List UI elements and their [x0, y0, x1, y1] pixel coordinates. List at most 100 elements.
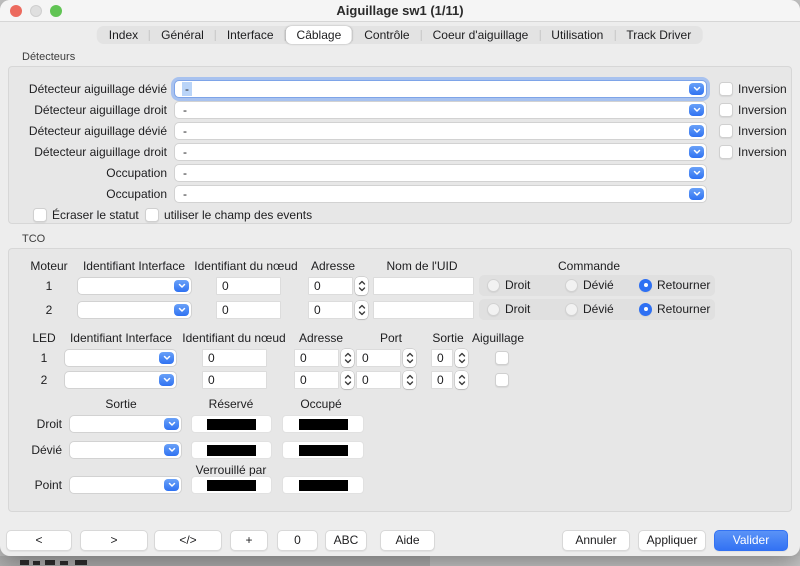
previous-button[interactable]: <: [6, 530, 72, 551]
occupe-column-header: Occupé: [300, 397, 341, 411]
tab-coeur-aiguillage[interactable]: Coeur d'aiguillage: [422, 26, 540, 44]
reserve-column-header: Réservé: [209, 397, 254, 411]
led-1-adresse-field[interactable]: 0: [294, 349, 339, 367]
sortie-header: Sortie: [432, 331, 463, 345]
devie-sortie-select[interactable]: [69, 441, 182, 459]
champ-events-checkbox[interactable]: [145, 208, 159, 222]
radio-droit[interactable]: Droit: [487, 278, 530, 292]
led-2-port-field[interactable]: 0: [356, 371, 401, 389]
interface-header: Identifiant Interface: [70, 331, 172, 345]
occupation-2-select[interactable]: -: [174, 185, 707, 203]
detector-devie-1-select[interactable]: -: [174, 80, 707, 98]
background-window-fragment: [33, 561, 40, 565]
moteur-2-adresse-stepper[interactable]: [355, 301, 368, 319]
detector-droit-1-select[interactable]: -: [174, 101, 707, 119]
led-1-sortie-field[interactable]: 0: [431, 349, 453, 367]
inversion-label: Inversion: [738, 143, 787, 161]
traffic-lights: [10, 5, 62, 17]
led-row: 2 0 0 0 0: [9, 371, 791, 389]
led-1-noeud-field[interactable]: 0: [202, 349, 267, 367]
inversion-checkbox[interactable]: [719, 145, 733, 159]
moteur-1-commande-group: Droit Dévié Retourner: [479, 275, 715, 296]
led-2-noeud-field[interactable]: 0: [202, 371, 267, 389]
led-1-port-field[interactable]: 0: [356, 349, 401, 367]
tab-interface[interactable]: Interface: [216, 26, 285, 44]
led-1-port-stepper[interactable]: [403, 349, 416, 367]
ecraser-statut-checkbox[interactable]: [33, 208, 47, 222]
occupation-1-select[interactable]: -: [174, 164, 707, 182]
valider-button[interactable]: Valider: [714, 530, 788, 551]
inversion-label: Inversion: [738, 101, 787, 119]
output-row-label: Droit: [9, 415, 62, 433]
moteur-2-noeud-field[interactable]: 0: [216, 301, 281, 319]
annuler-button[interactable]: Annuler: [562, 530, 630, 551]
sortie-column-header: Sortie: [105, 397, 136, 411]
tab-controle[interactable]: Contrôle: [353, 26, 420, 44]
inversion-checkbox[interactable]: [719, 103, 733, 117]
led-header: LED: [32, 331, 55, 345]
moteur-1-noeud-field[interactable]: 0: [216, 277, 281, 295]
point-sortie-select[interactable]: [69, 476, 182, 494]
abc-button[interactable]: ABC: [325, 530, 367, 551]
radio-devie[interactable]: Dévié: [565, 302, 614, 316]
detector-droit-2-select[interactable]: -: [174, 143, 707, 161]
radio-droit[interactable]: Droit: [487, 302, 530, 316]
aide-button[interactable]: Aide: [380, 530, 435, 551]
led-1-sortie-stepper[interactable]: [455, 349, 468, 367]
led-2-port-stepper[interactable]: [403, 371, 416, 389]
zero-button[interactable]: 0: [277, 530, 318, 551]
moteur-1-adresse-stepper[interactable]: [355, 277, 368, 295]
moteur-1-adresse-field[interactable]: 0: [308, 277, 353, 295]
radio-circle-icon: [565, 279, 578, 292]
led-1-aiguillage-checkbox[interactable]: [495, 351, 509, 365]
moteur-1-interface-select[interactable]: [77, 277, 192, 295]
minimize-button[interactable]: [30, 5, 42, 17]
detector-row: Détecteur aiguillage dévié - Inversion: [9, 122, 791, 140]
led-2-interface-select[interactable]: [64, 371, 177, 389]
devie-reserve-indicator: [191, 441, 272, 459]
appliquer-button[interactable]: Appliquer: [638, 530, 706, 551]
moteur-2-interface-select[interactable]: [77, 301, 192, 319]
moteur-number: 1: [39, 277, 59, 295]
tab-track-driver[interactable]: Track Driver: [615, 26, 702, 44]
radio-circle-icon: [487, 279, 500, 292]
radio-devie[interactable]: Dévié: [565, 278, 614, 292]
droit-sortie-select[interactable]: [69, 415, 182, 433]
chevron-down-icon: [159, 352, 174, 364]
port-header: Port: [380, 331, 402, 345]
led-2-adresse-stepper[interactable]: [341, 371, 354, 389]
chevron-down-icon: [164, 418, 179, 430]
radio-retourner[interactable]: Retourner: [639, 278, 710, 292]
led-2-sortie-stepper[interactable]: [455, 371, 468, 389]
led-2-sortie-field[interactable]: 0: [431, 371, 453, 389]
next-button[interactable]: >: [80, 530, 148, 551]
tab-index[interactable]: Index: [98, 26, 149, 44]
led-2-adresse-field[interactable]: 0: [294, 371, 339, 389]
tab-utilisation[interactable]: Utilisation: [540, 26, 614, 44]
moteur-2-uid-field[interactable]: [373, 301, 474, 319]
commande-header: Commande: [558, 259, 620, 273]
droit-reserve-indicator: [191, 415, 272, 433]
detecteurs-groupbox: Détecteur aiguillage dévié - Inversion D…: [8, 66, 792, 224]
code-button[interactable]: </>: [154, 530, 222, 551]
detector-devie-2-select[interactable]: -: [174, 122, 707, 140]
close-button[interactable]: [10, 5, 22, 17]
led-2-aiguillage-checkbox[interactable]: [495, 373, 509, 387]
inversion-checkbox[interactable]: [719, 124, 733, 138]
radio-retourner[interactable]: Retourner: [639, 302, 710, 316]
add-button[interactable]: +: [230, 530, 268, 551]
radio-circle-icon: [487, 303, 500, 316]
tab-cablage[interactable]: Câblage: [286, 26, 353, 44]
moteur-1-uid-field[interactable]: [373, 277, 474, 295]
moteur-2-commande-group: Droit Dévié Retourner: [479, 299, 715, 320]
occupation-row: Occupation -: [9, 164, 791, 182]
moteur-2-adresse-field[interactable]: 0: [308, 301, 353, 319]
zoom-button[interactable]: [50, 5, 62, 17]
tab-general[interactable]: Général: [150, 26, 215, 44]
output-row-devie: Dévié: [9, 441, 791, 459]
inversion-checkbox[interactable]: [719, 82, 733, 96]
droit-occupe-indicator: [282, 415, 364, 433]
led-1-interface-select[interactable]: [64, 349, 177, 367]
led-1-adresse-stepper[interactable]: [341, 349, 354, 367]
stepper-up-down-icon: [406, 373, 414, 387]
